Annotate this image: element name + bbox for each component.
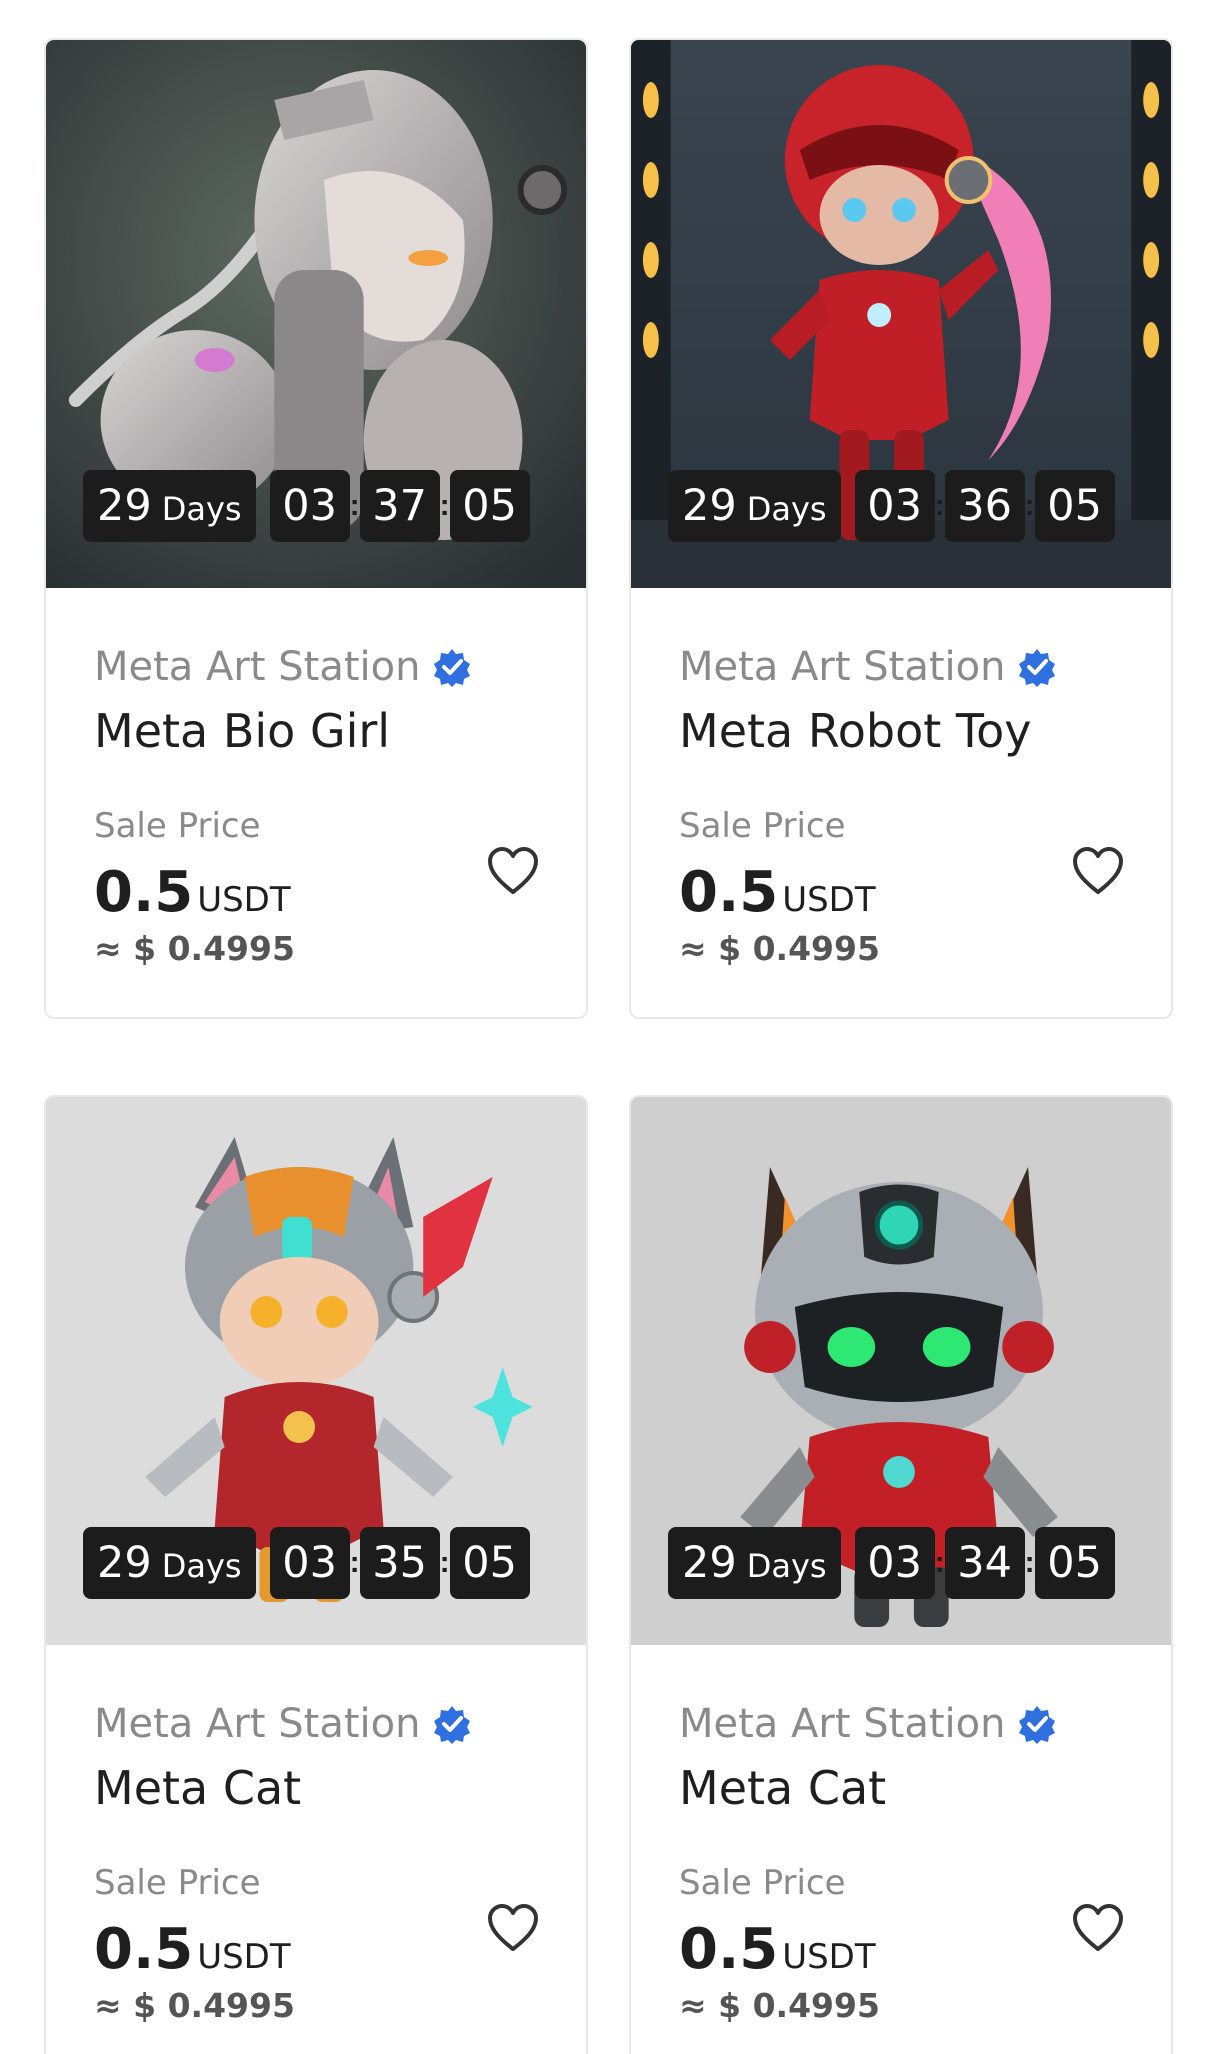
countdown-days: 29 Days [668,470,841,542]
price-currency: USDT [197,880,291,920]
nft-card[interactable]: 29 Days 03 : 36 : 05 Meta Art Station Met… [629,38,1173,1019]
countdown-separator: : [934,489,945,522]
price-value: 0.5 [679,1917,779,1982]
verified-badge-icon [434,649,471,687]
countdown-seconds: 05 [449,1527,530,1599]
price-value: 0.5 [94,860,194,925]
nft-artwork[interactable]: 29 Days 03 : 37 : 05 [46,40,586,588]
nft-artwork[interactable]: 29 Days 03 : 36 : 05 [631,40,1171,588]
countdown-minutes: 35 [359,1527,440,1599]
usd-equivalent: ≈ $ 0.4995 [679,929,880,968]
verified-badge-icon [434,1706,471,1744]
verified-badge-icon [1019,1706,1056,1744]
creator-name[interactable]: Meta Art Station [94,644,538,690]
countdown-separator: : [349,1546,360,1579]
price-currency: USDT [197,1937,291,1977]
countdown-separator: : [1024,1546,1035,1579]
nft-title[interactable]: Meta Bio Girl [94,704,538,758]
auction-countdown: 29 Days 03 : 37 : 05 [83,470,530,542]
creator-label: Meta Art Station [94,644,421,690]
creator-name[interactable]: Meta Art Station [679,1701,1123,1747]
countdown-seconds: 05 [1034,1527,1115,1599]
card-info: Meta Art Station Meta Bio Girl Sale Pric… [46,588,586,968]
sale-price-label: Sale Price [94,1863,261,1903]
countdown-separator: : [439,1546,450,1579]
usd-equivalent: ≈ $ 0.4995 [94,1986,295,2025]
nft-title[interactable]: Meta Robot Toy [679,704,1123,758]
countdown-minutes: 37 [359,470,440,542]
countdown-seconds: 05 [449,470,530,542]
countdown-separator: : [439,489,450,522]
creator-label: Meta Art Station [94,1701,421,1747]
nft-card[interactable]: 29 Days 03 : 35 : 05 Meta Art Station Met… [44,1095,588,2054]
nft-artwork[interactable]: 29 Days 03 : 35 : 05 [46,1097,586,1645]
nft-artwork[interactable]: 29 Days 03 : 34 : 05 [631,1097,1171,1645]
countdown-days: 29 Days [83,1527,256,1599]
creator-name[interactable]: Meta Art Station [94,1701,538,1747]
price: 0.5 USDT [679,860,1123,925]
price-value: 0.5 [679,860,779,925]
auction-countdown: 29 Days 03 : 36 : 05 [668,470,1115,542]
creator-label: Meta Art Station [679,1701,1006,1747]
heart-icon[interactable] [1071,1903,1125,1953]
price: 0.5 USDT [679,1917,1123,1982]
nft-card[interactable]: 29 Days 03 : 34 : 05 Meta Art Station Met… [629,1095,1173,2054]
creator-name[interactable]: Meta Art Station [679,644,1123,690]
countdown-days: 29 Days [668,1527,841,1599]
nft-card[interactable]: 29 Days 03 : 37 : 05 Meta Art Station Met… [44,38,588,1019]
countdown-hours: 03 [269,1527,350,1599]
heart-icon[interactable] [1071,846,1125,896]
price-value: 0.5 [94,1917,194,1982]
card-info: Meta Art Station Meta Robot Toy Sale Pri… [631,588,1171,968]
auction-countdown: 29 Days 03 : 34 : 05 [668,1527,1115,1599]
price: 0.5 USDT [94,1917,538,1982]
sale-price-label: Sale Price [679,806,846,846]
heart-icon[interactable] [486,846,540,896]
auction-countdown: 29 Days 03 : 35 : 05 [83,1527,530,1599]
price-currency: USDT [782,1937,876,1977]
usd-equivalent: ≈ $ 0.4995 [94,929,295,968]
countdown-minutes: 34 [944,1527,1025,1599]
card-info: Meta Art Station Meta Cat Sale Price 0.5… [631,1645,1171,2025]
card-info: Meta Art Station Meta Cat Sale Price 0.5… [46,1645,586,2025]
countdown-days: 29 Days [83,470,256,542]
countdown-separator: : [349,489,360,522]
countdown-separator: : [934,1546,945,1579]
heart-icon[interactable] [486,1903,540,1953]
sale-price-label: Sale Price [679,1863,846,1903]
countdown-hours: 03 [854,470,935,542]
nft-title[interactable]: Meta Cat [679,1761,1123,1815]
countdown-hours: 03 [269,470,350,542]
nft-title[interactable]: Meta Cat [94,1761,538,1815]
verified-badge-icon [1019,649,1056,687]
price-currency: USDT [782,880,876,920]
creator-label: Meta Art Station [679,644,1006,690]
usd-equivalent: ≈ $ 0.4995 [679,1986,880,2025]
countdown-seconds: 05 [1034,470,1115,542]
countdown-minutes: 36 [944,470,1025,542]
sale-price-label: Sale Price [94,806,261,846]
countdown-separator: : [1024,489,1035,522]
price: 0.5 USDT [94,860,538,925]
countdown-hours: 03 [854,1527,935,1599]
